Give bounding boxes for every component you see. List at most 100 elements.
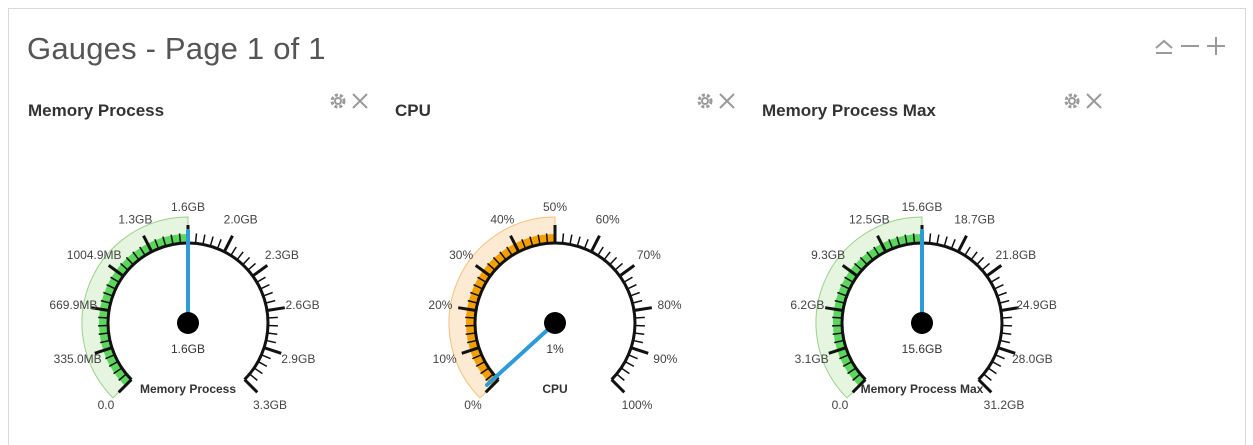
gauge-tick-label: 1.3GB xyxy=(118,213,152,227)
minimize-icon[interactable] xyxy=(1179,35,1201,57)
gauge-minor-tick xyxy=(561,233,565,244)
gauge-tick-label: 70% xyxy=(637,248,661,262)
gauge-tick-label: 1004.9MB xyxy=(67,248,122,262)
gauge-major-tick xyxy=(251,264,269,278)
collapse-icon[interactable] xyxy=(1153,35,1175,57)
gauge-tick-label: 15.6GB xyxy=(902,200,943,214)
gauge-minor-tick xyxy=(628,354,638,360)
gauge-minor-tick xyxy=(999,299,1010,304)
gauge-tick-label: 50% xyxy=(543,200,567,214)
gauge-needle-hub xyxy=(544,312,566,334)
gauge-minor-tick xyxy=(928,233,932,244)
gauge-major-tick xyxy=(266,306,286,312)
gauge-center-label: CPU xyxy=(542,382,567,396)
gauge-card-cpu: CPU 0% 10% 20% 30% 40% 50% 60% 70% 80% 90% 100% 1% C… xyxy=(395,88,755,418)
gauge-minor-tick xyxy=(230,246,237,256)
gauge-tick-label: 18.7GB xyxy=(954,213,995,227)
gauge-minor-tick xyxy=(194,233,198,244)
gauge-minor-tick xyxy=(983,373,992,381)
gauge-major-tick xyxy=(985,264,1003,278)
gauge-minor-tick xyxy=(950,239,956,249)
gauge-minor-tick xyxy=(627,284,637,290)
gauge-tick-label: 28.0GB xyxy=(1012,352,1053,366)
gauge-tick-label: 90% xyxy=(653,352,677,366)
gauge-minor-tick xyxy=(634,316,645,319)
gauge-tick-label: 3.1GB xyxy=(795,352,829,366)
gauge-major-tick xyxy=(633,306,653,312)
gauge-minor-tick xyxy=(616,373,625,381)
gauge-minor-tick xyxy=(609,256,618,266)
gauge-tick-label: 335.0MB xyxy=(54,352,102,366)
gauge-minor-tick xyxy=(912,233,916,244)
gauge-minor-tick xyxy=(583,239,589,249)
gauge-major-tick xyxy=(243,378,259,394)
gauge-center-label: Memory Process Max xyxy=(861,382,984,396)
gauge-tick-label: 30% xyxy=(449,248,473,262)
gauge-minor-tick xyxy=(832,316,843,319)
gauge-tick-label: 10% xyxy=(433,352,457,366)
gauge-dial: 0% 10% 20% 30% 40% 50% 60% 70% 80% 90% 100% 1% CPU xyxy=(428,200,682,412)
gauge-minor-tick xyxy=(265,299,276,304)
gauge-needle-hub xyxy=(911,312,933,334)
gauge-minor-tick xyxy=(597,246,604,256)
gauge-minor-tick xyxy=(614,262,624,271)
gauge-tick-label: 0.0 xyxy=(98,398,115,412)
gauge-minor-tick xyxy=(263,291,273,297)
gauge-tick-label: 80% xyxy=(658,298,682,312)
gauge-minor-tick xyxy=(465,316,476,319)
gauge-tick-label: 669.9MB xyxy=(49,298,97,312)
gauge-value-label: 1% xyxy=(546,342,564,356)
gauge-minor-tick xyxy=(995,354,1005,360)
gauge-minor-tick xyxy=(994,284,1004,290)
gauge-minor-tick xyxy=(267,316,278,319)
gauge-minor-tick xyxy=(1001,316,1012,319)
gauge-tick-label: 2.0GB xyxy=(224,213,258,227)
gauge-tick-label: 60% xyxy=(596,213,620,227)
gauge-minor-tick xyxy=(216,239,222,249)
gauge-minor-tick xyxy=(236,251,244,261)
gauge-minor-tick xyxy=(936,234,940,245)
gauge-tick-label: 6.2GB xyxy=(790,298,824,312)
gauge-major-tick xyxy=(956,235,968,253)
gauge-minor-tick xyxy=(261,354,271,360)
gauge-major-tick xyxy=(589,235,601,253)
gauge-minor-tick xyxy=(630,291,640,297)
gauge-minor-tick xyxy=(990,276,1000,283)
gauge-minor-tick xyxy=(999,339,1010,344)
gauge-tick-label: 40% xyxy=(490,213,514,227)
gauge-minor-tick xyxy=(267,332,278,336)
gauge-tick-label: 12.5GB xyxy=(849,213,890,227)
gauge-minor-tick xyxy=(98,316,109,319)
gauge-minor-tick xyxy=(624,360,635,368)
gauge-minor-tick xyxy=(991,360,1002,368)
gauge-major-tick xyxy=(630,346,649,355)
gauge-tick-label: 31.2GB xyxy=(984,398,1025,412)
gauge-tick-label: 0% xyxy=(464,398,482,412)
gauge-value-label: 1.6GB xyxy=(171,342,205,356)
gauge-tick-label: 24.9GB xyxy=(1016,298,1057,312)
gauge-major-tick xyxy=(610,378,626,394)
gauge-needle xyxy=(484,321,557,387)
gauge-tick-label: 2.9GB xyxy=(281,352,315,366)
gauge-minor-tick xyxy=(634,332,645,336)
panel-controls xyxy=(1153,35,1227,57)
gauge-major-tick xyxy=(222,235,234,253)
gauge-needle-hub xyxy=(177,312,199,334)
gauge-tick-label: 2.3GB xyxy=(265,248,299,262)
gauge-tick-label: 1.6GB xyxy=(171,200,205,214)
expand-icon[interactable] xyxy=(1205,35,1227,57)
gauge-minor-tick xyxy=(242,256,251,266)
gauge-tick-label: 100% xyxy=(622,398,653,412)
gauge-minor-tick xyxy=(178,233,182,244)
gauge-minor-tick xyxy=(970,251,978,261)
panel-title: Gauges - Page 1 of 1 xyxy=(27,31,326,66)
gauge-minor-tick xyxy=(209,236,214,247)
gauge-minor-tick xyxy=(620,367,630,375)
gauge-tick-label: 3.3GB xyxy=(253,398,287,412)
gauge-minor-tick xyxy=(997,291,1007,297)
gauge-minor-tick xyxy=(257,360,268,368)
gauge-minor-tick xyxy=(545,233,549,244)
gauge-value-label: 15.6GB xyxy=(902,342,943,356)
gauge-minor-tick xyxy=(260,284,270,290)
gauge-dial: 0.0 335.0MB 669.9MB 1004.9MB 1.3GB 1.6GB 2.0GB… xyxy=(49,200,319,412)
